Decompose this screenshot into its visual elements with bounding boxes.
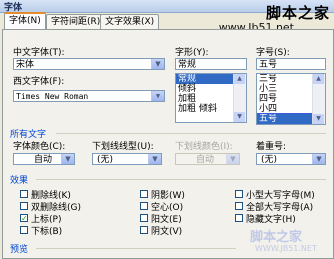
scroll-up-icon[interactable]: ▲	[313, 74, 324, 84]
chinese-font-label: 中文字体(T):	[13, 48, 65, 58]
section-divider	[36, 179, 326, 180]
hidden-text-label: 隐藏文字(H)	[246, 215, 296, 225]
subscript-label: 下标(B)	[31, 227, 63, 237]
engrave-label: 阴文(V)	[151, 227, 183, 237]
scroll-down-icon[interactable]: ▼	[313, 114, 324, 124]
style-label: 字形(Y):	[175, 48, 209, 58]
underline-style-value: (无)	[97, 155, 114, 165]
chevron-down-icon[interactable]: ▼	[312, 154, 325, 164]
western-font-value: Times New Roman	[16, 92, 89, 101]
scroll-down-icon[interactable]: ▼	[234, 112, 245, 122]
preview-section-label: 预览	[10, 245, 29, 255]
double-strikethrough-checkbox[interactable]	[20, 202, 28, 210]
style-input[interactable]: 常规	[175, 58, 247, 70]
font-color-label: 字体颜色(C):	[13, 142, 66, 152]
font-color-value: 自动	[34, 155, 53, 165]
subscript-checkbox[interactable]	[20, 226, 28, 234]
size-label: 字号(S):	[256, 48, 290, 58]
style-listbox[interactable]: 常规 倾斜 加粗 加粗 倾斜 ▲ ▼	[175, 73, 247, 123]
chevron-down-icon: ▼	[226, 154, 239, 164]
size-input[interactable]: 五号	[256, 58, 326, 70]
watermark-site: 脚本之家	[265, 4, 330, 22]
western-font-label: 西文字体(F):	[13, 77, 65, 87]
chevron-down-icon[interactable]: ▼	[151, 59, 164, 69]
tab-character-spacing[interactable]: 字符间距(R)	[46, 14, 106, 29]
small-caps-checkbox[interactable]	[235, 190, 243, 198]
strikethrough-checkbox[interactable]	[20, 190, 28, 198]
shadow-checkbox[interactable]	[140, 190, 148, 198]
scroll-up-icon[interactable]: ▲	[234, 74, 245, 84]
outline-checkbox[interactable]	[140, 202, 148, 210]
underline-color-select: 自动 ▼	[175, 153, 240, 165]
engrave-checkbox[interactable]	[140, 226, 148, 234]
chinese-font-select[interactable]: 宋体 ▼	[13, 58, 165, 70]
emboss-checkbox[interactable]	[140, 214, 148, 222]
underline-color-label: 下划线颜色(I):	[175, 142, 233, 152]
effects-section-label: 效果	[10, 176, 29, 186]
hidden-text-checkbox[interactable]	[235, 214, 243, 222]
check-icon: ✓	[21, 214, 28, 223]
chevron-down-icon[interactable]: ▼	[151, 91, 164, 101]
style-input-value: 常规	[178, 60, 197, 70]
section-divider	[36, 248, 236, 249]
chinese-font-value: 宋体	[16, 60, 35, 70]
watermark-bottom-url: WWW.JB51.NET	[255, 244, 317, 253]
size-scrollbar[interactable]: ▲ ▼	[312, 74, 325, 124]
size-listbox[interactable]: 三号 小三 四号 小四 五号 ▲ ▼	[256, 73, 326, 125]
all-caps-checkbox[interactable]	[235, 202, 243, 210]
emphasis-mark-value: (无)	[261, 155, 278, 165]
emphasis-mark-label: 着重号:	[256, 142, 287, 152]
underline-style-label: 下划线线型(U):	[92, 142, 154, 152]
font-color-select[interactable]: 自动 ▼	[13, 153, 75, 165]
chevron-down-icon[interactable]: ▼	[61, 154, 74, 164]
underline-color-value: 自动	[196, 155, 215, 165]
tab-text-effects[interactable]: 文字效果(X)	[100, 14, 160, 29]
underline-style-select[interactable]: (无) ▼	[92, 153, 162, 165]
chevron-down-icon[interactable]: ▼	[148, 154, 161, 164]
size-input-value: 五号	[259, 60, 278, 70]
emphasis-mark-select[interactable]: (无) ▼	[256, 153, 326, 165]
western-font-select[interactable]: Times New Roman ▼	[13, 90, 165, 102]
superscript-checkbox[interactable]: ✓	[20, 214, 28, 223]
watermark-bottom: 脚本之家	[250, 230, 303, 245]
section-divider	[56, 133, 326, 134]
style-scrollbar[interactable]: ▲ ▼	[233, 74, 246, 122]
